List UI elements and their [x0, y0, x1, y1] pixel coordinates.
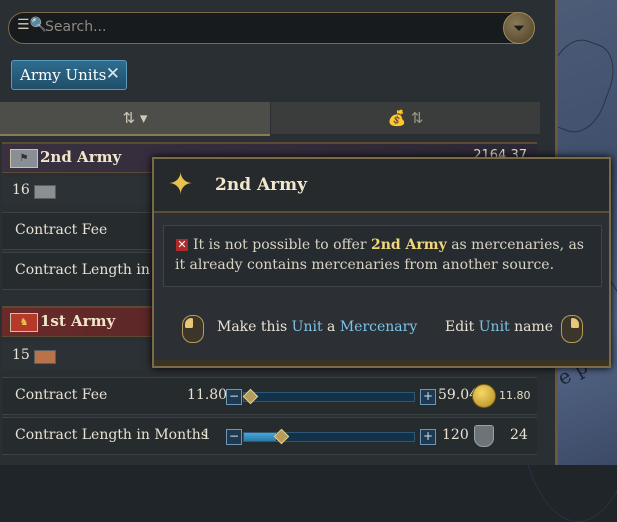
- star-icon: ✦: [168, 167, 194, 202]
- filter-button[interactable]: ⏷: [503, 12, 535, 44]
- army-flag-icon: ♞: [10, 313, 38, 332]
- slider-handle[interactable]: [273, 428, 290, 445]
- tooltip-title: 2nd Army: [215, 175, 308, 195]
- contract-fee-row: Contract Fee 11.80 − + 59.04 11.80: [2, 377, 537, 415]
- army-tooltip: ✦ 2nd Army ✕ It is not possible to offer…: [152, 157, 611, 368]
- increase-length-button[interactable]: +: [420, 429, 436, 445]
- search-input[interactable]: Search...: [45, 19, 106, 35]
- sort-az-icon: ⇅ ▾: [122, 109, 148, 127]
- sort-cost-button[interactable]: 💰 ⇅: [271, 102, 540, 134]
- coin-icon: [472, 384, 496, 408]
- slider-handle[interactable]: [242, 388, 259, 405]
- decrease-length-button[interactable]: −: [226, 429, 242, 445]
- mouse-left-icon: [182, 315, 204, 343]
- search-icon: ☰🔍: [17, 17, 47, 33]
- unit-count: 15: [12, 347, 30, 363]
- filter-icon: ⏷: [512, 19, 525, 37]
- make-mercenary-action[interactable]: Make this Unit a Mercenary: [217, 319, 417, 335]
- contract-fee-label: Contract Fee: [15, 387, 108, 403]
- army-name: 1st Army: [40, 312, 116, 330]
- decrease-fee-button[interactable]: −: [226, 389, 242, 405]
- tooltip-footer: [154, 360, 609, 366]
- sort-alphabetical-button[interactable]: ⇅ ▾: [0, 102, 270, 136]
- sort-bar: ⇅ ▾ 💰 ⇅: [0, 102, 540, 136]
- tooltip-header: ✦ 2nd Army: [154, 159, 609, 213]
- army-name-highlight: 2nd Army: [370, 237, 447, 253]
- contract-fee-min: 11.80: [187, 387, 228, 403]
- unit-count: 16: [12, 182, 30, 198]
- contract-fee-label: Contract Fee: [15, 222, 108, 238]
- army-name: 2nd Army: [40, 148, 122, 166]
- slider-fill: [244, 433, 276, 441]
- contract-fee-cost: 11.80: [499, 389, 531, 402]
- close-icon[interactable]: ✕: [106, 64, 120, 84]
- regiment-icon: [34, 350, 56, 364]
- increase-fee-button[interactable]: +: [420, 389, 436, 405]
- contract-fee-slider[interactable]: [242, 388, 415, 405]
- sort-coin-icon: 💰 ⇅: [387, 109, 424, 127]
- contract-length-max: 120: [442, 427, 469, 443]
- tooltip-message: It is not possible to offer 2nd Army as …: [175, 237, 584, 273]
- filter-tag-army-units: Army Units ✕: [11, 60, 127, 90]
- regiment-icon: [34, 185, 56, 199]
- contract-length-row: Contract Length in Months 1 − + 120 24: [2, 417, 537, 455]
- contract-length-label: Contract Length in Months: [15, 427, 208, 443]
- search-bar[interactable]: ☰🔍 Search... ⏷: [8, 12, 535, 44]
- filter-tag-label: Army Units: [20, 66, 107, 84]
- contract-length-min: 1: [202, 427, 211, 443]
- shield-icon: [474, 425, 494, 447]
- army-flag-icon: ⚑: [10, 149, 38, 168]
- contract-length-months: 24: [510, 427, 528, 443]
- edit-unit-name-action[interactable]: Edit Unit name: [445, 319, 553, 335]
- tooltip-message-box: ✕ It is not possible to offer 2nd Army a…: [163, 225, 602, 287]
- contract-length-slider[interactable]: [243, 428, 415, 445]
- mouse-right-icon: [561, 315, 583, 343]
